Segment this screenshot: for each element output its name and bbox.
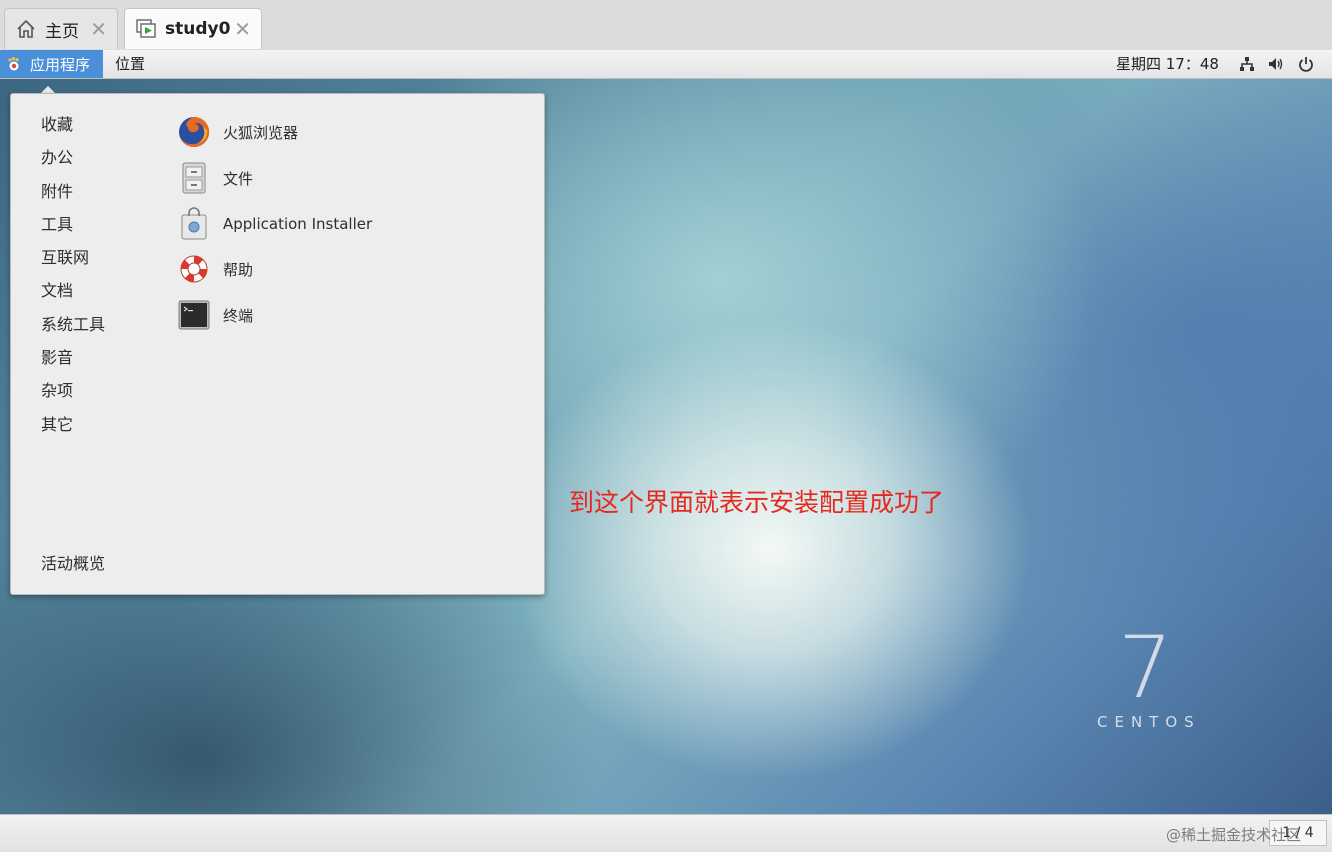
category-sound-video[interactable]: 影音 — [41, 346, 151, 370]
category-other[interactable]: 其它 — [41, 413, 151, 437]
home-icon — [15, 18, 37, 40]
centos-number: 7 — [1118, 631, 1173, 703]
app-installer[interactable]: Application Installer — [177, 206, 372, 242]
centos-wordmark: CENTOS — [1097, 713, 1201, 731]
file-cabinet-icon — [182, 162, 206, 194]
app-files[interactable]: 文件 — [177, 160, 253, 196]
applications-menu-label: 应用程序 — [30, 55, 91, 74]
applications-menu-button[interactable]: 应用程序 — [0, 50, 103, 78]
category-documents[interactable]: 文档 — [41, 279, 151, 303]
category-favorites[interactable]: 收藏 — [41, 113, 151, 137]
firefox-icon — [179, 116, 210, 147]
app-help-label: 帮助 — [223, 260, 254, 279]
category-internet[interactable]: 互联网 — [41, 246, 151, 270]
tab-home-label: 主页 — [45, 21, 79, 42]
watermark: @稀土掘金技术社区 — [1166, 826, 1302, 844]
places-menu-button[interactable]: 位置 — [115, 50, 145, 78]
volume-icon[interactable] — [1267, 55, 1285, 73]
terminal-icon — [178, 300, 210, 330]
gnome-top-bar: 应用程序 位置 星期四 17：48 — [0, 50, 1332, 79]
category-accessories[interactable]: 附件 — [41, 180, 151, 204]
applications-menu: 收藏 办公 附件 工具 互联网 文档 系统工具 影音 杂项 其它 火狐浏览器 文… — [10, 93, 545, 595]
app-terminal[interactable]: 终端 — [177, 297, 253, 333]
category-office[interactable]: 办公 — [41, 146, 151, 170]
vm-running-icon — [135, 18, 157, 40]
app-terminal-label: 终端 — [223, 306, 254, 325]
clock[interactable]: 星期四 17：48 — [1116, 50, 1219, 78]
centos-logo-seven: 7 — [1118, 631, 1173, 703]
tab-vm-label: study0 — [165, 19, 231, 39]
close-icon[interactable]: ✕ — [234, 17, 251, 41]
category-utilities[interactable]: 工具 — [41, 213, 151, 237]
close-icon[interactable]: ✕ — [90, 17, 107, 41]
app-installer-label: Application Installer — [223, 215, 373, 233]
gnome-foot-icon — [8, 57, 19, 71]
lifebuoy-icon — [180, 255, 208, 283]
annotation-text: 到这个界面就表示安装配置成功了 — [569, 488, 945, 517]
activities-overview[interactable]: 活动概览 — [41, 550, 105, 574]
gnome-bottom-bar: 1 / 4 @稀土掘金技术社区 — [0, 814, 1332, 852]
network-icon[interactable] — [1238, 55, 1256, 73]
app-files-label: 文件 — [223, 169, 254, 188]
category-system-tools[interactable]: 系统工具 — [41, 313, 151, 337]
installer-bag-icon — [181, 207, 207, 240]
power-icon[interactable] — [1297, 55, 1315, 73]
vm-tab-strip: 主页 ✕ study0 ✕ — [0, 0, 1332, 51]
tab-home[interactable]: 主页 ✕ — [4, 8, 118, 49]
app-help[interactable]: 帮助 — [177, 251, 253, 287]
app-firefox[interactable]: 火狐浏览器 — [177, 114, 298, 150]
app-firefox-label: 火狐浏览器 — [223, 123, 299, 142]
tab-vm[interactable]: study0 ✕ — [124, 8, 262, 49]
category-sundry[interactable]: 杂项 — [41, 379, 151, 403]
